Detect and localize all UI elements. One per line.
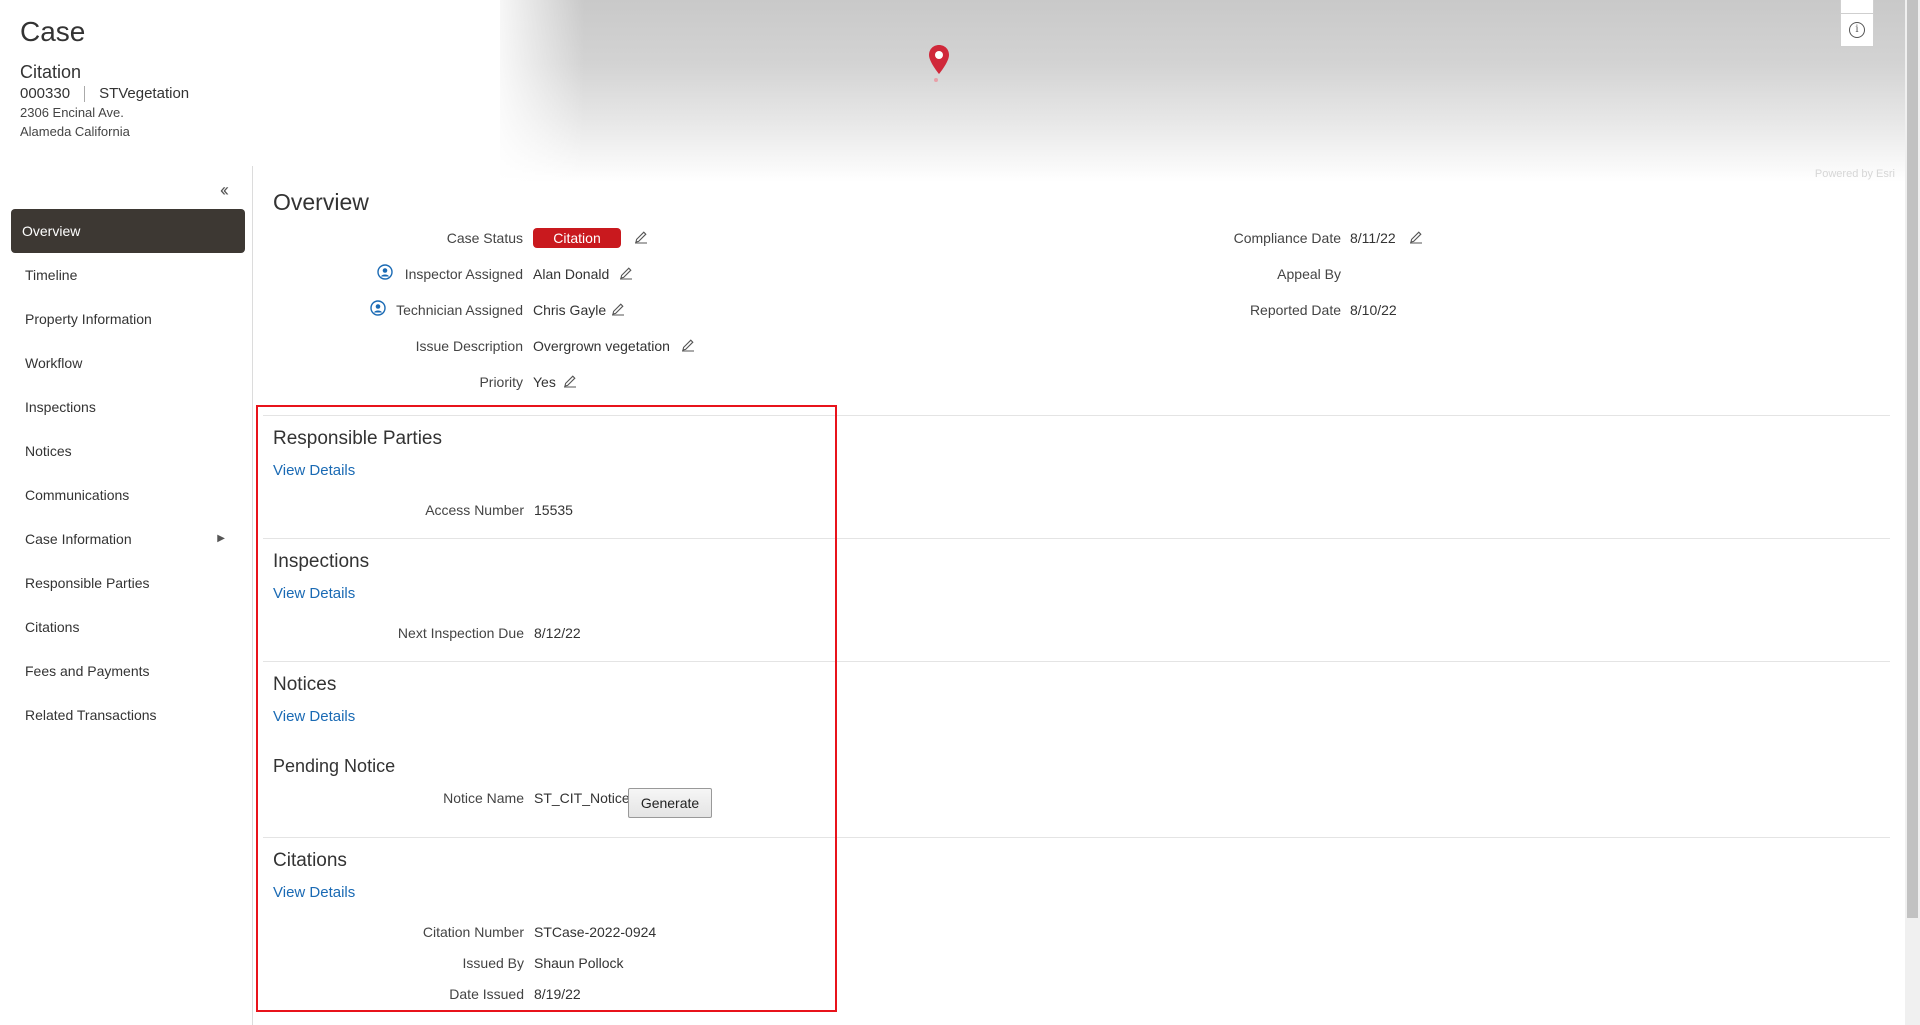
inspections-title: Inspections [273,551,370,572]
sidebar-item-label: Fees and Payments [25,663,150,679]
edit-pencil-icon[interactable] [611,302,625,316]
responsible-parties-view-details-link[interactable]: View Details [273,462,355,479]
appeal-by-label: Appeal By [1277,266,1341,282]
inspections-view-details-link[interactable]: View Details [273,585,355,602]
edit-pencil-icon[interactable] [619,266,633,280]
sidebar-item-fees-and-payments[interactable]: Fees and Payments [11,649,245,693]
sidebar-item-label: Workflow [25,355,83,371]
section-divider [263,661,1890,662]
double-chevron-left-icon[interactable]: ‹‹ [220,180,229,201]
citation-number-value: STCase-2022-0924 [534,924,657,940]
section-divider [263,538,1890,539]
next-inspection-value: 8/12/22 [534,625,581,641]
citations-title: Citations [273,850,347,871]
map-pin-icon[interactable] [927,44,951,76]
case-status-label: Case Status [446,230,523,246]
notices-view-details-link[interactable]: View Details [273,708,355,725]
edit-pencil-icon[interactable] [1409,230,1423,244]
overview-title: Overview [273,189,369,215]
address-line-1: 2306 Encinal Ave. [20,105,124,120]
sidebar-item-notices[interactable]: Notices [11,429,245,473]
issued-by-value: Shaun Pollock [534,955,624,971]
scrollbar-thumb[interactable] [1907,0,1918,918]
priority-label: Priority [479,374,523,390]
date-issued-label: Date Issued [449,986,524,1002]
notice-name-label: Notice Name [443,790,524,806]
sidebar-item-label: Related Transactions [25,707,157,723]
inspector-value: Alan Donald [533,266,610,282]
case-category: STVegetation [99,85,190,102]
map-location-dot [934,78,938,82]
caret-right-icon: ▶ [217,533,225,544]
case-id-row: 000330 STVegetation [20,85,189,102]
pending-notice-title: Pending Notice [273,756,396,776]
status-badge: Citation [533,228,621,248]
case-id-divider [84,85,86,102]
sidebar-item-timeline[interactable]: Timeline [11,253,245,297]
map-info-control[interactable]: i [1840,0,1874,47]
technician-label: Technician Assigned [396,302,523,318]
issue-description-label: Issue Description [415,338,523,354]
map-attribution: Powered by Esri [1814,168,1895,180]
sidebar-item-communications[interactable]: Communications [11,473,245,517]
issued-by-label: Issued By [462,955,524,971]
sidebar-item-label: Citations [25,619,80,635]
property-map[interactable]: Powered by Esri [500,0,1905,182]
sidebar-item-label: Responsible Parties [25,575,150,591]
compliance-date-value: 8/11/22 [1350,230,1396,246]
sidebar-item-overview[interactable]: Overview [11,209,245,253]
map-control-divider [1841,13,1873,14]
date-issued-value: 8/19/22 [534,986,581,1002]
issue-description-value: Overgrown vegetation [533,338,670,354]
reported-date-label: Reported Date [1249,302,1341,318]
sidebar-item-label: Case Information [25,531,132,547]
notice-name-value: ST_CIT_Notice [534,790,630,806]
compliance-date-label: Compliance Date [1233,230,1341,246]
sidebar-item-inspections[interactable]: Inspections [11,385,245,429]
sidebar-item-label: Property Information [25,311,152,327]
sidebar-divider [252,166,253,1025]
sidebar-item-label: Overview [22,223,81,239]
citations-view-details-link[interactable]: View Details [273,884,355,901]
sidebar-item-property-information[interactable]: Property Information [11,297,245,341]
sidebar-item-workflow[interactable]: Workflow [11,341,245,385]
sidebar-item-label: Inspections [25,399,96,415]
sidebar-item-case-information[interactable]: Case Information ▶ [11,517,245,561]
edit-pencil-icon[interactable] [563,374,577,388]
sidebar-nav: Overview Timeline Property Information W… [11,209,245,737]
sidebar-item-label: Timeline [25,267,78,283]
section-divider [263,415,1890,416]
edit-pencil-icon[interactable] [634,230,648,244]
sidebar-item-citations[interactable]: Citations [11,605,245,649]
access-number-label: Access Number [425,502,524,518]
priority-value: Yes [533,374,556,390]
person-assign-icon[interactable] [377,264,393,280]
section-divider [263,837,1890,838]
inspector-label: Inspector Assigned [404,266,523,282]
responsible-parties-title: Responsible Parties [273,428,442,449]
person-assign-icon[interactable] [370,300,386,316]
address-line-2: Alameda California [20,124,130,139]
edit-pencil-icon[interactable] [681,338,695,352]
sidebar-item-responsible-parties[interactable]: Responsible Parties [11,561,245,605]
citation-number-label: Citation Number [422,924,524,940]
case-type: Citation [20,62,82,82]
sidebar-item-label: Notices [25,443,72,459]
reported-date-value: 8/10/22 [1350,302,1397,318]
generate-button[interactable]: Generate [628,788,712,818]
sidebar-item-label: Communications [25,487,130,503]
sidebar-item-related-transactions[interactable]: Related Transactions [11,693,245,737]
case-number: 000330 [20,85,71,102]
technician-value: Chris Gayle [533,302,607,318]
notices-title: Notices [273,674,337,695]
access-number-value: 15535 [534,502,573,518]
page-title: Case [20,16,86,47]
next-inspection-label: Next Inspection Due [397,625,524,641]
info-icon[interactable]: i [1849,22,1865,38]
